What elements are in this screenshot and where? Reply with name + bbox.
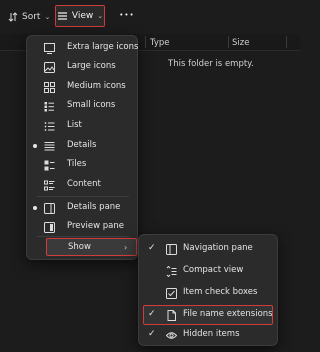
menu-item-tiles[interactable]: Tiles	[27, 155, 137, 175]
submenu-item-navigation-pane[interactable]: ✓ Navigation pane	[139, 239, 277, 259]
menu-item-label: Preview pane	[67, 221, 125, 231]
column-header-type[interactable]: Type	[150, 38, 170, 48]
menu-item-label: List	[67, 120, 82, 130]
submenu-item-label: Hidden items	[183, 329, 240, 339]
check-icon: ✓	[148, 309, 156, 319]
submenu-item-item-check-boxes[interactable]: Item check boxes	[139, 283, 277, 303]
menu-item-extra-large-icons[interactable]: Extra large icons	[27, 38, 139, 58]
menu-item-label: Small icons	[67, 100, 116, 110]
menu-item-label: Extra large icons	[67, 42, 139, 52]
column-header-size[interactable]: Size	[232, 38, 249, 48]
menu-item-label: Details pane	[67, 202, 121, 212]
show-submenu: ✓ Navigation pane Compact view Item chec…	[138, 234, 278, 346]
eye-icon	[166, 332, 177, 339]
image-icon	[44, 62, 55, 73]
empty-folder-message: This folder is empty.	[168, 59, 254, 69]
menu-item-small-icons[interactable]: Small icons	[27, 96, 137, 116]
command-bar: Sort ⌄ View ⌄ •••	[0, 0, 300, 34]
submenu-item-label: File name extensions	[183, 309, 273, 319]
details-icon	[44, 142, 55, 151]
view-label: View	[71, 11, 94, 21]
check-icon: ✓	[148, 243, 156, 253]
menu-item-details-pane[interactable]: Details pane	[27, 198, 137, 218]
menu-divider	[37, 196, 129, 197]
monitor-icon	[44, 43, 55, 54]
submenu-item-label: Navigation pane	[183, 243, 253, 253]
tiles-icon	[44, 160, 55, 171]
selected-bullet-icon	[33, 206, 37, 210]
view-icon	[57, 12, 67, 20]
menu-item-label: Large icons	[67, 61, 116, 71]
details-pane-icon	[44, 203, 55, 214]
menu-item-medium-icons[interactable]: Medium icons	[27, 77, 137, 97]
preview-pane-icon	[44, 222, 55, 233]
sort-icon	[8, 12, 18, 22]
navigation-pane-icon	[166, 244, 177, 255]
submenu-item-label: Item check boxes	[183, 287, 258, 297]
content-icon	[44, 180, 55, 191]
menu-item-large-icons[interactable]: Large icons	[27, 57, 137, 77]
small-grid-icon	[44, 102, 54, 112]
submenu-item-label: Compact view	[183, 265, 244, 275]
column-divider[interactable]	[228, 36, 229, 48]
column-divider[interactable]	[286, 36, 287, 48]
menu-item-label: Medium icons	[67, 81, 126, 91]
view-menu: Extra large icons Large icons Medium ico…	[26, 35, 138, 260]
menu-item-label: Content	[67, 179, 101, 189]
menu-item-label: Details	[67, 140, 97, 150]
file-icon	[167, 310, 176, 321]
list-icon	[44, 122, 55, 131]
check-icon: ✓	[148, 329, 156, 339]
menu-item-details[interactable]: Details	[27, 136, 137, 156]
compact-view-icon	[166, 266, 177, 277]
sort-label: Sort	[22, 12, 41, 22]
sort-button[interactable]: Sort ⌄	[8, 10, 50, 24]
chevron-down-icon: ⌄	[97, 12, 104, 20]
submenu-item-file-name-extensions[interactable]: ✓ File name extensions	[139, 305, 277, 325]
menu-item-content[interactable]: Content	[27, 175, 137, 195]
menu-item-label: Tiles	[67, 159, 87, 169]
checkbox-icon	[166, 288, 177, 299]
medium-grid-icon	[44, 82, 55, 93]
view-button[interactable]: View ⌄	[55, 5, 105, 27]
submenu-item-compact-view[interactable]: Compact view	[139, 261, 277, 281]
chevron-right-icon: ›	[124, 243, 128, 252]
chevron-down-icon: ⌄	[44, 13, 51, 21]
more-options-button[interactable]: •••	[118, 6, 136, 24]
menu-item-label: Show	[68, 242, 91, 252]
menu-item-preview-pane[interactable]: Preview pane	[27, 217, 137, 237]
submenu-item-hidden-items[interactable]: ✓ Hidden items	[139, 325, 277, 345]
menu-divider	[37, 236, 129, 237]
selected-bullet-icon	[33, 144, 37, 148]
more-icon: •••	[119, 11, 135, 19]
column-divider[interactable]	[145, 36, 146, 48]
menu-item-list[interactable]: List	[27, 116, 137, 136]
